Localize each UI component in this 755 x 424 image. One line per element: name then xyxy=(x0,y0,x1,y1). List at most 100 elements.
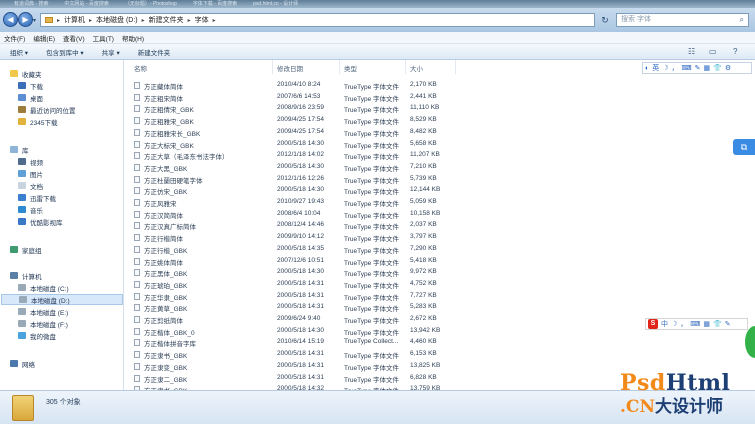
nav-lib-documents[interactable]: 文档 xyxy=(18,180,43,191)
menu-edit[interactable]: 编辑(E) xyxy=(33,33,55,43)
nav-network[interactable]: 网络 xyxy=(10,358,35,369)
taskbar-tab[interactable]: 有道词典 - 搜索 xyxy=(14,0,48,8)
chevron-right-icon[interactable]: ▸ xyxy=(213,17,216,24)
nav-favorites[interactable]: 收藏夹 xyxy=(10,68,42,79)
taskbar-tab[interactable]: 字体下载 - 百度搜索 xyxy=(193,0,237,8)
nav-lib-thunder[interactable]: 迅雷下载 xyxy=(18,192,56,203)
nav-drive-e[interactable]: 本地磁盘 (E:) xyxy=(18,306,68,317)
nav-drive-c[interactable]: 本地磁盘 (C:) xyxy=(18,282,69,293)
ime-logo-icon[interactable]: ◐ xyxy=(645,65,649,72)
taskbar-tab[interactable]: 中文网站 - 百度搜索 xyxy=(64,0,108,8)
nav-fav-desktop[interactable]: 桌面 xyxy=(18,92,43,103)
file-row[interactable]: 方正行楷简体 2009/9/10 14:12 TrueType 字体文件 3,797 … xyxy=(132,232,452,243)
menu-view[interactable]: 查看(V) xyxy=(63,33,85,43)
skin-icon[interactable]: 👕 xyxy=(713,64,722,72)
nav-lib-pictures[interactable]: 图片 xyxy=(18,168,43,179)
file-row[interactable]: 方正大标宋_GBK 2000/5/18 14:30 TrueType 字体文件 5,6… xyxy=(132,139,452,150)
back-icon[interactable]: ◀ xyxy=(3,12,18,27)
help-icon[interactable]: ? xyxy=(733,47,737,56)
organize-button[interactable]: 组织 ▾ xyxy=(10,47,28,57)
file-row[interactable]: 方正风雅宋 2010/9/27 19:43 TrueType 字体文件 5,059 K… xyxy=(132,197,452,208)
share-button[interactable]: 共享 ▾ xyxy=(102,47,120,57)
file-row[interactable]: 方正粗倩宋_GBK 2008/9/16 23:59 TrueType 字体文件 11,… xyxy=(132,103,452,114)
file-row[interactable]: 方正汉真广标简体 2008/12/4 14:46 TrueType 字体文件 2,03… xyxy=(132,220,452,231)
keyboard-icon[interactable]: ⌨ xyxy=(690,320,700,328)
nav-lib-videos[interactable]: 视频 xyxy=(18,156,43,167)
punctuation-icon[interactable]: ， xyxy=(680,319,687,329)
file-row[interactable]: 方正黄草_GBK 2000/5/18 14:31 TrueType 字体文件 5,28… xyxy=(132,302,452,313)
file-row[interactable]: 方正黑体_GBK 2000/5/18 14:30 TrueType 字体文件 9,97… xyxy=(132,267,452,278)
new-folder-button[interactable]: 新建文件夹 xyxy=(138,47,171,57)
column-date[interactable]: 修改日期 xyxy=(277,63,303,73)
file-row[interactable]: 方正仿宋_GBK 2000/5/18 14:30 TrueType 字体文件 12,1… xyxy=(132,185,452,196)
breadcrumb-fonts[interactable]: 字体 xyxy=(195,15,209,25)
side-share-tab[interactable]: ⧉ xyxy=(733,139,755,155)
file-row[interactable]: 方正粗宋简体 2007/6/6 14:53 TrueType 字体文件 2,441 K… xyxy=(132,92,452,103)
nav-lib-youku[interactable]: 优酷影视库 xyxy=(18,216,63,227)
file-row[interactable]: 方正杜蘭田硬笔字体 2012/1/16 12:26 TrueType 字体文件 5,7… xyxy=(132,174,452,185)
column-divider[interactable] xyxy=(339,60,340,74)
file-row[interactable]: 方正姚体简体 2007/12/6 10:51 TrueType 字体文件 5,418 … xyxy=(132,256,452,267)
recent-pages-chevron-icon[interactable]: ▾ xyxy=(33,17,36,24)
nav-weipan[interactable]: 我的微盘 xyxy=(18,330,56,341)
menu-help[interactable]: 帮助(H) xyxy=(122,33,144,43)
breadcrumb-drive-d[interactable]: 本地磁盘 (D:) xyxy=(96,15,138,25)
chevron-right-icon[interactable]: ▸ xyxy=(57,17,60,24)
taskbar-tab[interactable]: psd.html.cn - 设计师 xyxy=(253,0,298,8)
search-input[interactable]: 搜索 字体 ⌕ xyxy=(616,13,749,27)
breadcrumb-computer[interactable]: 计算机 xyxy=(64,15,85,25)
file-row[interactable]: 方正琥珀_GBK 2000/5/18 14:31 TrueType 字体文件 4,75… xyxy=(132,279,452,290)
file-row[interactable]: 方正华隶_GBK 2000/5/18 14:31 TrueType 字体文件 7,72… xyxy=(132,291,452,302)
nav-drive-d[interactable]: 本地磁盘 (D:) xyxy=(1,294,123,305)
file-row[interactable]: 方正藏体简体 2010/4/10 8:24 TrueType 字体文件 2,170 K… xyxy=(132,80,452,91)
include-in-library-button[interactable]: 包含到库中 ▾ xyxy=(46,47,84,57)
nav-computer[interactable]: 计算机 xyxy=(10,270,42,281)
file-row[interactable]: 方正大黑_GBK 2000/5/18 14:30 TrueType 字体文件 7,21… xyxy=(132,162,452,173)
file-row[interactable]: 方正楷体拼音字库 2010/6/14 15:19 TrueType Collect.… xyxy=(132,337,452,348)
preview-pane-icon[interactable]: ▭ xyxy=(709,47,717,56)
file-row[interactable]: 方正汉简简体 2008/6/4 10:04 TrueType 字体文件 10,158 … xyxy=(132,209,452,220)
file-row[interactable]: 方正行楷_GBK 2000/5/18 14:35 TrueType 字体文件 7,29… xyxy=(132,244,452,255)
skin-icon[interactable]: 👕 xyxy=(713,320,722,328)
grid-icon[interactable]: ▦ xyxy=(704,64,711,72)
column-divider[interactable] xyxy=(272,60,273,74)
file-row[interactable]: 方正楷体_GBK_0 2000/5/18 14:30 TrueType 字体文件 13… xyxy=(132,326,452,337)
refresh-icon[interactable]: ↻ xyxy=(598,14,612,27)
menu-file[interactable]: 文件(F) xyxy=(4,33,25,43)
breadcrumb-new-folder[interactable]: 新建文件夹 xyxy=(149,15,184,25)
file-row[interactable]: 方正粗雅宋_GBK 2009/4/25 17:54 TrueType 字体文件 8,5… xyxy=(132,115,452,126)
file-row[interactable]: 方正隶二_GBK 2000/5/18 14:31 TrueType 字体文件 6,82… xyxy=(132,373,452,384)
taskbar-tab[interactable]: （无标题）- Photoshop xyxy=(125,0,177,8)
grid-icon[interactable]: ▦ xyxy=(703,320,710,328)
ime-lang-button[interactable]: 中 xyxy=(661,319,668,329)
punctuation-icon[interactable]: ， xyxy=(672,63,679,73)
view-options-icon[interactable]: ☷ xyxy=(688,47,695,56)
chevron-right-icon[interactable]: ▸ xyxy=(142,17,145,24)
forward-icon[interactable]: ▶ xyxy=(18,12,33,27)
menu-tools[interactable]: 工具(T) xyxy=(93,33,114,43)
column-name[interactable]: 名称 xyxy=(134,63,147,73)
file-row[interactable]: 方正隶书_GBK 2000/5/18 14:31 TrueType 字体文件 6,15… xyxy=(132,349,452,360)
moon-icon[interactable]: ☽ xyxy=(671,320,677,328)
nav-fav-2345[interactable]: 2345下载 xyxy=(18,116,57,127)
file-row[interactable]: 方正隶变_GBK 2000/5/18 14:31 TrueType 字体文件 13,8… xyxy=(132,361,452,372)
gear-icon[interactable]: ⚙ xyxy=(725,64,731,72)
wrench-icon[interactable]: ✎ xyxy=(725,320,731,328)
nav-fav-downloads[interactable]: 下载 xyxy=(18,80,43,91)
column-divider[interactable] xyxy=(455,60,456,74)
column-divider[interactable] xyxy=(405,60,406,74)
nav-fav-recent[interactable]: 最近访问的位置 xyxy=(18,104,76,115)
nav-homegroup[interactable]: 家庭组 xyxy=(10,244,42,255)
chevron-right-icon[interactable]: ▸ xyxy=(89,17,92,24)
nav-libraries[interactable]: 库 xyxy=(10,144,29,155)
file-row[interactable]: 方正大草（毛泽东书法字体） 2012/1/18 14:02 TrueType 字体文… xyxy=(132,150,452,161)
pen-icon[interactable]: ✎ xyxy=(695,64,701,72)
sogou-logo-icon[interactable]: S xyxy=(648,319,658,329)
ime-lang-button[interactable]: 英 xyxy=(652,63,659,73)
nav-drive-f[interactable]: 本地磁盘 (F:) xyxy=(18,318,68,329)
keyboard-icon[interactable]: ⌨ xyxy=(682,64,692,72)
chevron-right-icon[interactable]: ▸ xyxy=(188,17,191,24)
address-bar[interactable]: ▸ 计算机 ▸ 本地磁盘 (D:) ▸ 新建文件夹 ▸ 字体 ▸ xyxy=(40,13,595,27)
nav-lib-music[interactable]: 音乐 xyxy=(18,204,43,215)
search-icon[interactable]: ⌕ xyxy=(740,14,744,26)
